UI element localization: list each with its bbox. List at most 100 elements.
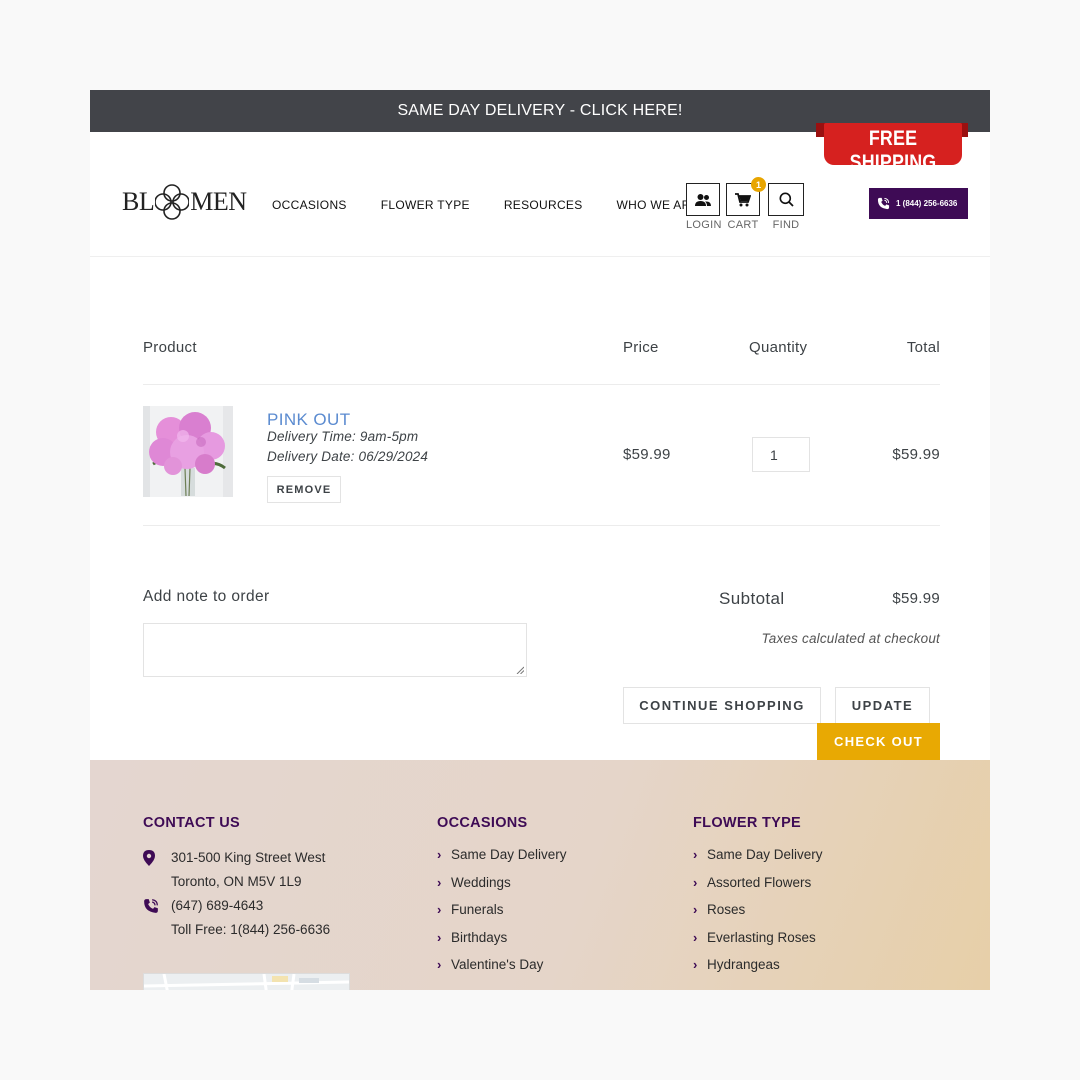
site-logo[interactable]: BL MEN — [122, 180, 247, 224]
contact-heading: CONTACT US — [143, 815, 240, 831]
address-line-2: Toronto, ON M5V 1L9 — [143, 870, 330, 894]
banner-text[interactable]: SAME DAY DELIVERY - CLICK HERE! — [397, 102, 682, 120]
chevron-right-icon: › — [437, 847, 442, 862]
footer-link-label: Same Day Delivery — [707, 847, 823, 862]
login-caption: LOGIN — [686, 219, 722, 231]
resize-grip-icon[interactable] — [516, 666, 524, 674]
find-caption: FIND — [772, 219, 800, 231]
login-box — [686, 183, 720, 216]
cart-button[interactable]: 1 CART — [726, 177, 766, 231]
update-button[interactable]: UPDATE — [835, 687, 930, 724]
subtotal-value: $59.99 — [892, 590, 940, 607]
contact-tollfree[interactable]: Toll Free: 1(844) 256-6636 — [171, 922, 330, 937]
contact-phone-line: (647) 689-4643 — [143, 894, 330, 918]
user-group-icon — [695, 193, 711, 206]
location-map[interactable] — [143, 973, 350, 990]
footer-link-label: Valentine's Day — [451, 957, 544, 973]
cart-item-row: PINK OUT Delivery Time: 9am-5pm Delivery… — [143, 385, 940, 526]
footer-link[interactable]: › Same Day Delivery — [437, 841, 567, 869]
footer-link[interactable]: › Funerals — [437, 896, 567, 924]
product-image[interactable] — [143, 406, 233, 497]
quantity-input[interactable]: 1 — [752, 437, 810, 472]
cart-icon — [735, 192, 751, 206]
remove-button[interactable]: REMOVE — [267, 476, 341, 503]
delivery-time: Delivery Time: 9am-5pm — [267, 429, 419, 444]
free-shipping-subtitle: in Toronto & Surrounding Areas — [837, 175, 949, 184]
footer-link[interactable]: › Roses — [693, 896, 823, 924]
chevron-right-icon: › — [437, 874, 442, 890]
phone-button[interactable]: 1 (844) 256-6636 — [869, 188, 968, 219]
flower-type-heading: FLOWER TYPE — [693, 815, 802, 831]
continue-shopping-button[interactable]: CONTINUE SHOPPING — [623, 687, 821, 724]
site-footer: CONTACT US 301-500 King Street West Toro… — [90, 760, 990, 990]
cart-table-header: Product Price Quantity Total — [143, 335, 940, 385]
footer-link-label: Funerals — [451, 902, 504, 918]
address-street: 301-500 King Street West — [171, 850, 326, 865]
header-icons: LOGIN 1 CART FIND — [686, 177, 810, 231]
checkout-button[interactable]: CHECK OUT — [817, 723, 940, 760]
phone-icon — [877, 197, 890, 210]
chevron-right-icon: › — [693, 902, 698, 918]
footer-link-label: Assorted Flowers — [707, 874, 812, 890]
footer-flower-type: FLOWER TYPE › Same Day Delivery › Assorted… — [693, 815, 823, 979]
nav-resources[interactable]: RESOURCES — [504, 198, 583, 212]
logo-flower-icon — [155, 184, 190, 220]
item-total: $59.99 — [892, 446, 940, 463]
free-shipping-title: FREE SHIPPING — [849, 127, 937, 174]
footer-link-label: Roses — [707, 902, 746, 918]
footer-link[interactable]: › Valentine's Day — [437, 951, 567, 979]
contact-tollfree-line: Toll Free: 1(844) 256-6636 — [143, 918, 330, 942]
column-product: Product — [143, 339, 197, 356]
chevron-right-icon: › — [437, 929, 442, 945]
product-name-link[interactable]: PINK OUT — [267, 410, 351, 430]
map-pin-icon — [143, 850, 155, 866]
address-line-1: 301-500 King Street West — [143, 846, 330, 870]
delivery-date: Delivery Date: 06/29/2024 — [267, 449, 429, 464]
footer-link[interactable]: › Same Day Delivery — [693, 841, 823, 869]
footer-link[interactable]: › Everlasting Roses — [693, 924, 823, 952]
cart-caption: CART — [727, 219, 759, 231]
hydrangea-bouquet-image — [143, 406, 233, 497]
occasions-heading: OCCASIONS — [437, 815, 528, 831]
contact-phone[interactable]: (647) 689-4643 — [171, 898, 263, 913]
footer-link[interactable]: › Hydrangeas — [693, 951, 823, 979]
logo-text-left: BL — [122, 187, 155, 216]
order-note-textarea[interactable] — [143, 623, 527, 677]
footer-link[interactable]: › Birthdays — [437, 924, 567, 952]
nav-occasions[interactable]: OCCASIONS — [272, 198, 347, 212]
find-box — [768, 183, 804, 216]
taxes-note: Taxes calculated at checkout — [761, 631, 940, 646]
chevron-right-icon: › — [693, 874, 698, 890]
find-button[interactable]: FIND — [768, 183, 804, 231]
cart-table: Product Price Quantity Total PINK OUT De… — [143, 335, 940, 526]
item-price: $59.99 — [623, 446, 671, 463]
footer-link-label: Everlasting Roses — [707, 929, 816, 945]
page: SAME DAY DELIVERY - CLICK HERE! BL MEN O… — [90, 90, 990, 990]
subtotal-label: Subtotal — [719, 589, 785, 608]
column-total: Total — [906, 339, 940, 356]
free-shipping-badge: FREE SHIPPING in Toronto & Surrounding A… — [816, 123, 968, 184]
chevron-right-icon: › — [693, 929, 698, 945]
address-city: Toronto, ON M5V 1L9 — [171, 874, 302, 889]
footer-link[interactable]: › Assorted Flowers — [693, 869, 823, 897]
footer-link-label: Weddings — [451, 874, 511, 890]
map-image — [144, 974, 349, 990]
footer-contact: CONTACT US 301-500 King Street West Toro… — [143, 815, 330, 942]
column-quantity: Quantity — [749, 339, 808, 356]
search-icon — [779, 192, 794, 207]
footer-link[interactable]: › Weddings — [437, 869, 567, 897]
cart-count-badge: 1 — [751, 177, 766, 192]
chevron-right-icon: › — [693, 957, 698, 973]
chevron-right-icon: › — [437, 902, 442, 918]
chevron-right-icon: › — [437, 957, 442, 973]
main-nav: OCCASIONS FLOWER TYPE RESOURCES WHO WE A… — [272, 198, 733, 212]
phone-icon — [144, 899, 158, 913]
phone-number: 1 (844) 256-6636 — [896, 199, 958, 208]
login-button[interactable]: LOGIN — [686, 183, 722, 231]
nav-flower-type[interactable]: FLOWER TYPE — [381, 198, 470, 212]
site-header: BL MEN OCCASIONS FLOWER TYPE RESOURCES W… — [90, 123, 990, 257]
ribbon-body: FREE SHIPPING in Toronto & Surrounding A… — [824, 123, 962, 184]
footer-occasions: OCCASIONS › Same Day Delivery › Weddings ›… — [437, 815, 567, 979]
footer-link-label: Birthdays — [451, 929, 508, 945]
column-price: Price — [623, 339, 659, 356]
